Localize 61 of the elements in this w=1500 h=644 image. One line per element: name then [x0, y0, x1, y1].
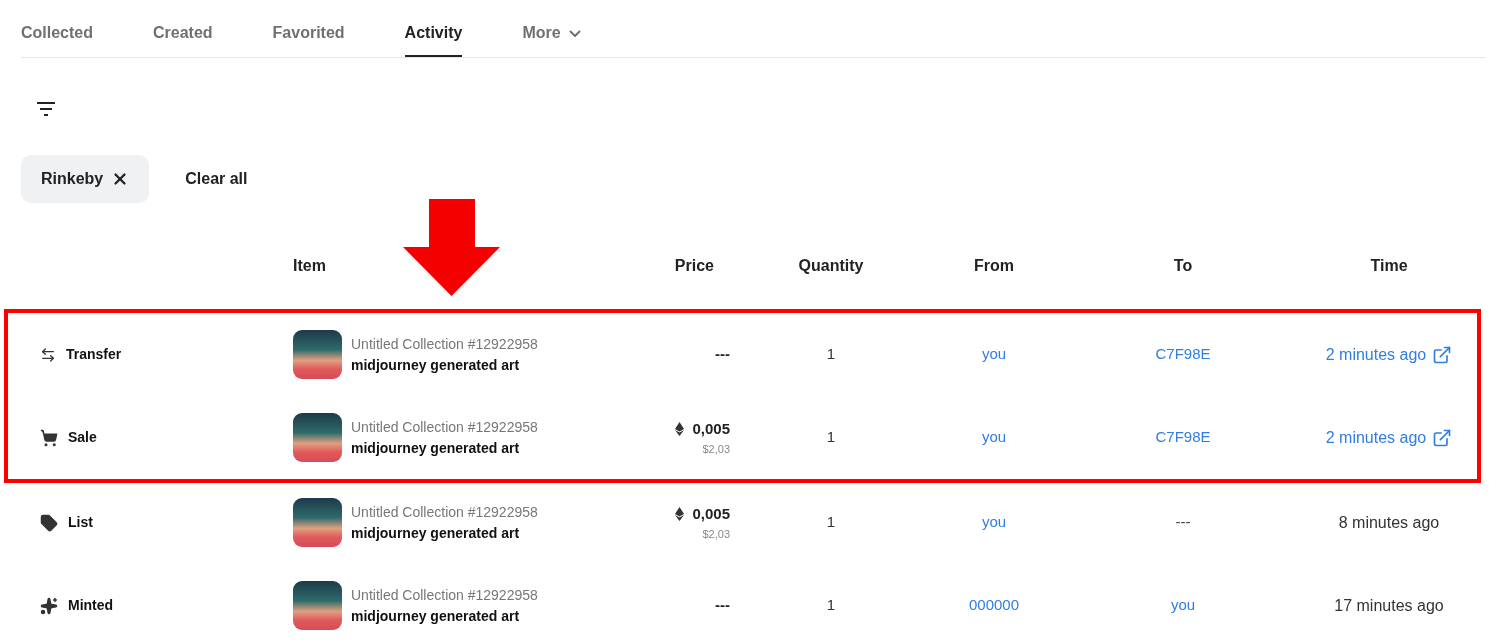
ethereum-icon — [675, 507, 685, 522]
collection-name: Untitled Collection #12922958 — [351, 417, 538, 437]
artwork-thumbnail — [293, 413, 342, 462]
quantity-value: 1 — [826, 512, 836, 533]
address-link[interactable]: you — [981, 426, 1007, 449]
profile-tab[interactable]: More — [522, 19, 581, 57]
empty-value: --- — [1175, 512, 1191, 533]
collection-name: Untitled Collection #12922958 — [351, 334, 538, 354]
column-header: From — [974, 256, 1014, 276]
artwork-thumbnail — [293, 330, 342, 379]
profile-tab[interactable]: Created — [153, 19, 213, 57]
time-link[interactable]: 2 minutes ago — [1325, 342, 1453, 367]
quantity-value: 1 — [826, 595, 836, 616]
filter-icon[interactable] — [36, 102, 56, 116]
collection-name: Untitled Collection #12922958 — [351, 502, 538, 522]
quantity-value: 1 — [826, 344, 836, 365]
price-value: 0,005 — [692, 504, 730, 524]
tag-icon — [40, 513, 58, 532]
external-link-icon[interactable] — [1432, 344, 1453, 365]
sparkles-icon — [40, 596, 58, 615]
event-type: Transfer — [66, 345, 122, 364]
address-link[interactable]: you — [981, 343, 1007, 366]
usd-price: $2,03 — [702, 441, 730, 457]
time-text: 8 minutes ago — [1338, 512, 1440, 533]
address-link[interactable]: C7F98E — [1155, 343, 1211, 366]
column-header: To — [1173, 256, 1193, 276]
address-link[interactable]: 000000 — [968, 594, 1020, 617]
filter-chip[interactable]: Rinkeby — [21, 155, 150, 203]
item-name[interactable]: midjourney generated art — [351, 354, 538, 376]
event-type: List — [68, 513, 93, 532]
empty-price: --- — [715, 344, 730, 365]
event-type: Sale — [68, 428, 97, 447]
address-link[interactable]: you — [1170, 594, 1196, 617]
cart-icon — [40, 428, 58, 447]
clear-all-button[interactable]: Clear all — [185, 167, 248, 191]
column-header: Item — [293, 257, 326, 274]
time-link[interactable]: 2 minutes ago — [1325, 425, 1453, 450]
column-header: Time — [1370, 256, 1408, 276]
event-type: Minted — [68, 596, 114, 615]
chevron-down-icon — [568, 29, 581, 37]
time-text: 17 minutes ago — [1334, 595, 1444, 616]
item-name[interactable]: midjourney generated art — [351, 437, 538, 459]
item-name[interactable]: midjourney generated art — [351, 605, 538, 627]
profile-tab[interactable]: Collected — [21, 19, 93, 57]
item-name[interactable]: midjourney generated art — [351, 522, 538, 544]
column-header: Price — [674, 256, 714, 276]
usd-price: $2,03 — [702, 526, 730, 542]
price-value: 0,005 — [692, 419, 730, 439]
profile-tab[interactable]: Favorited — [272, 19, 345, 57]
quantity-value: 1 — [826, 427, 836, 448]
artwork-thumbnail — [293, 581, 342, 630]
artwork-thumbnail — [293, 498, 342, 547]
external-link-icon[interactable] — [1432, 427, 1453, 448]
address-link[interactable]: C7F98E — [1155, 426, 1211, 449]
ethereum-icon — [675, 422, 685, 437]
address-link[interactable]: you — [981, 511, 1007, 534]
collection-name: Untitled Collection #12922958 — [351, 585, 538, 605]
profile-tab[interactable]: Activity — [404, 19, 463, 57]
transfer-arrows-icon — [40, 346, 56, 363]
column-header: Quantity — [798, 256, 864, 276]
empty-price: --- — [715, 595, 730, 616]
